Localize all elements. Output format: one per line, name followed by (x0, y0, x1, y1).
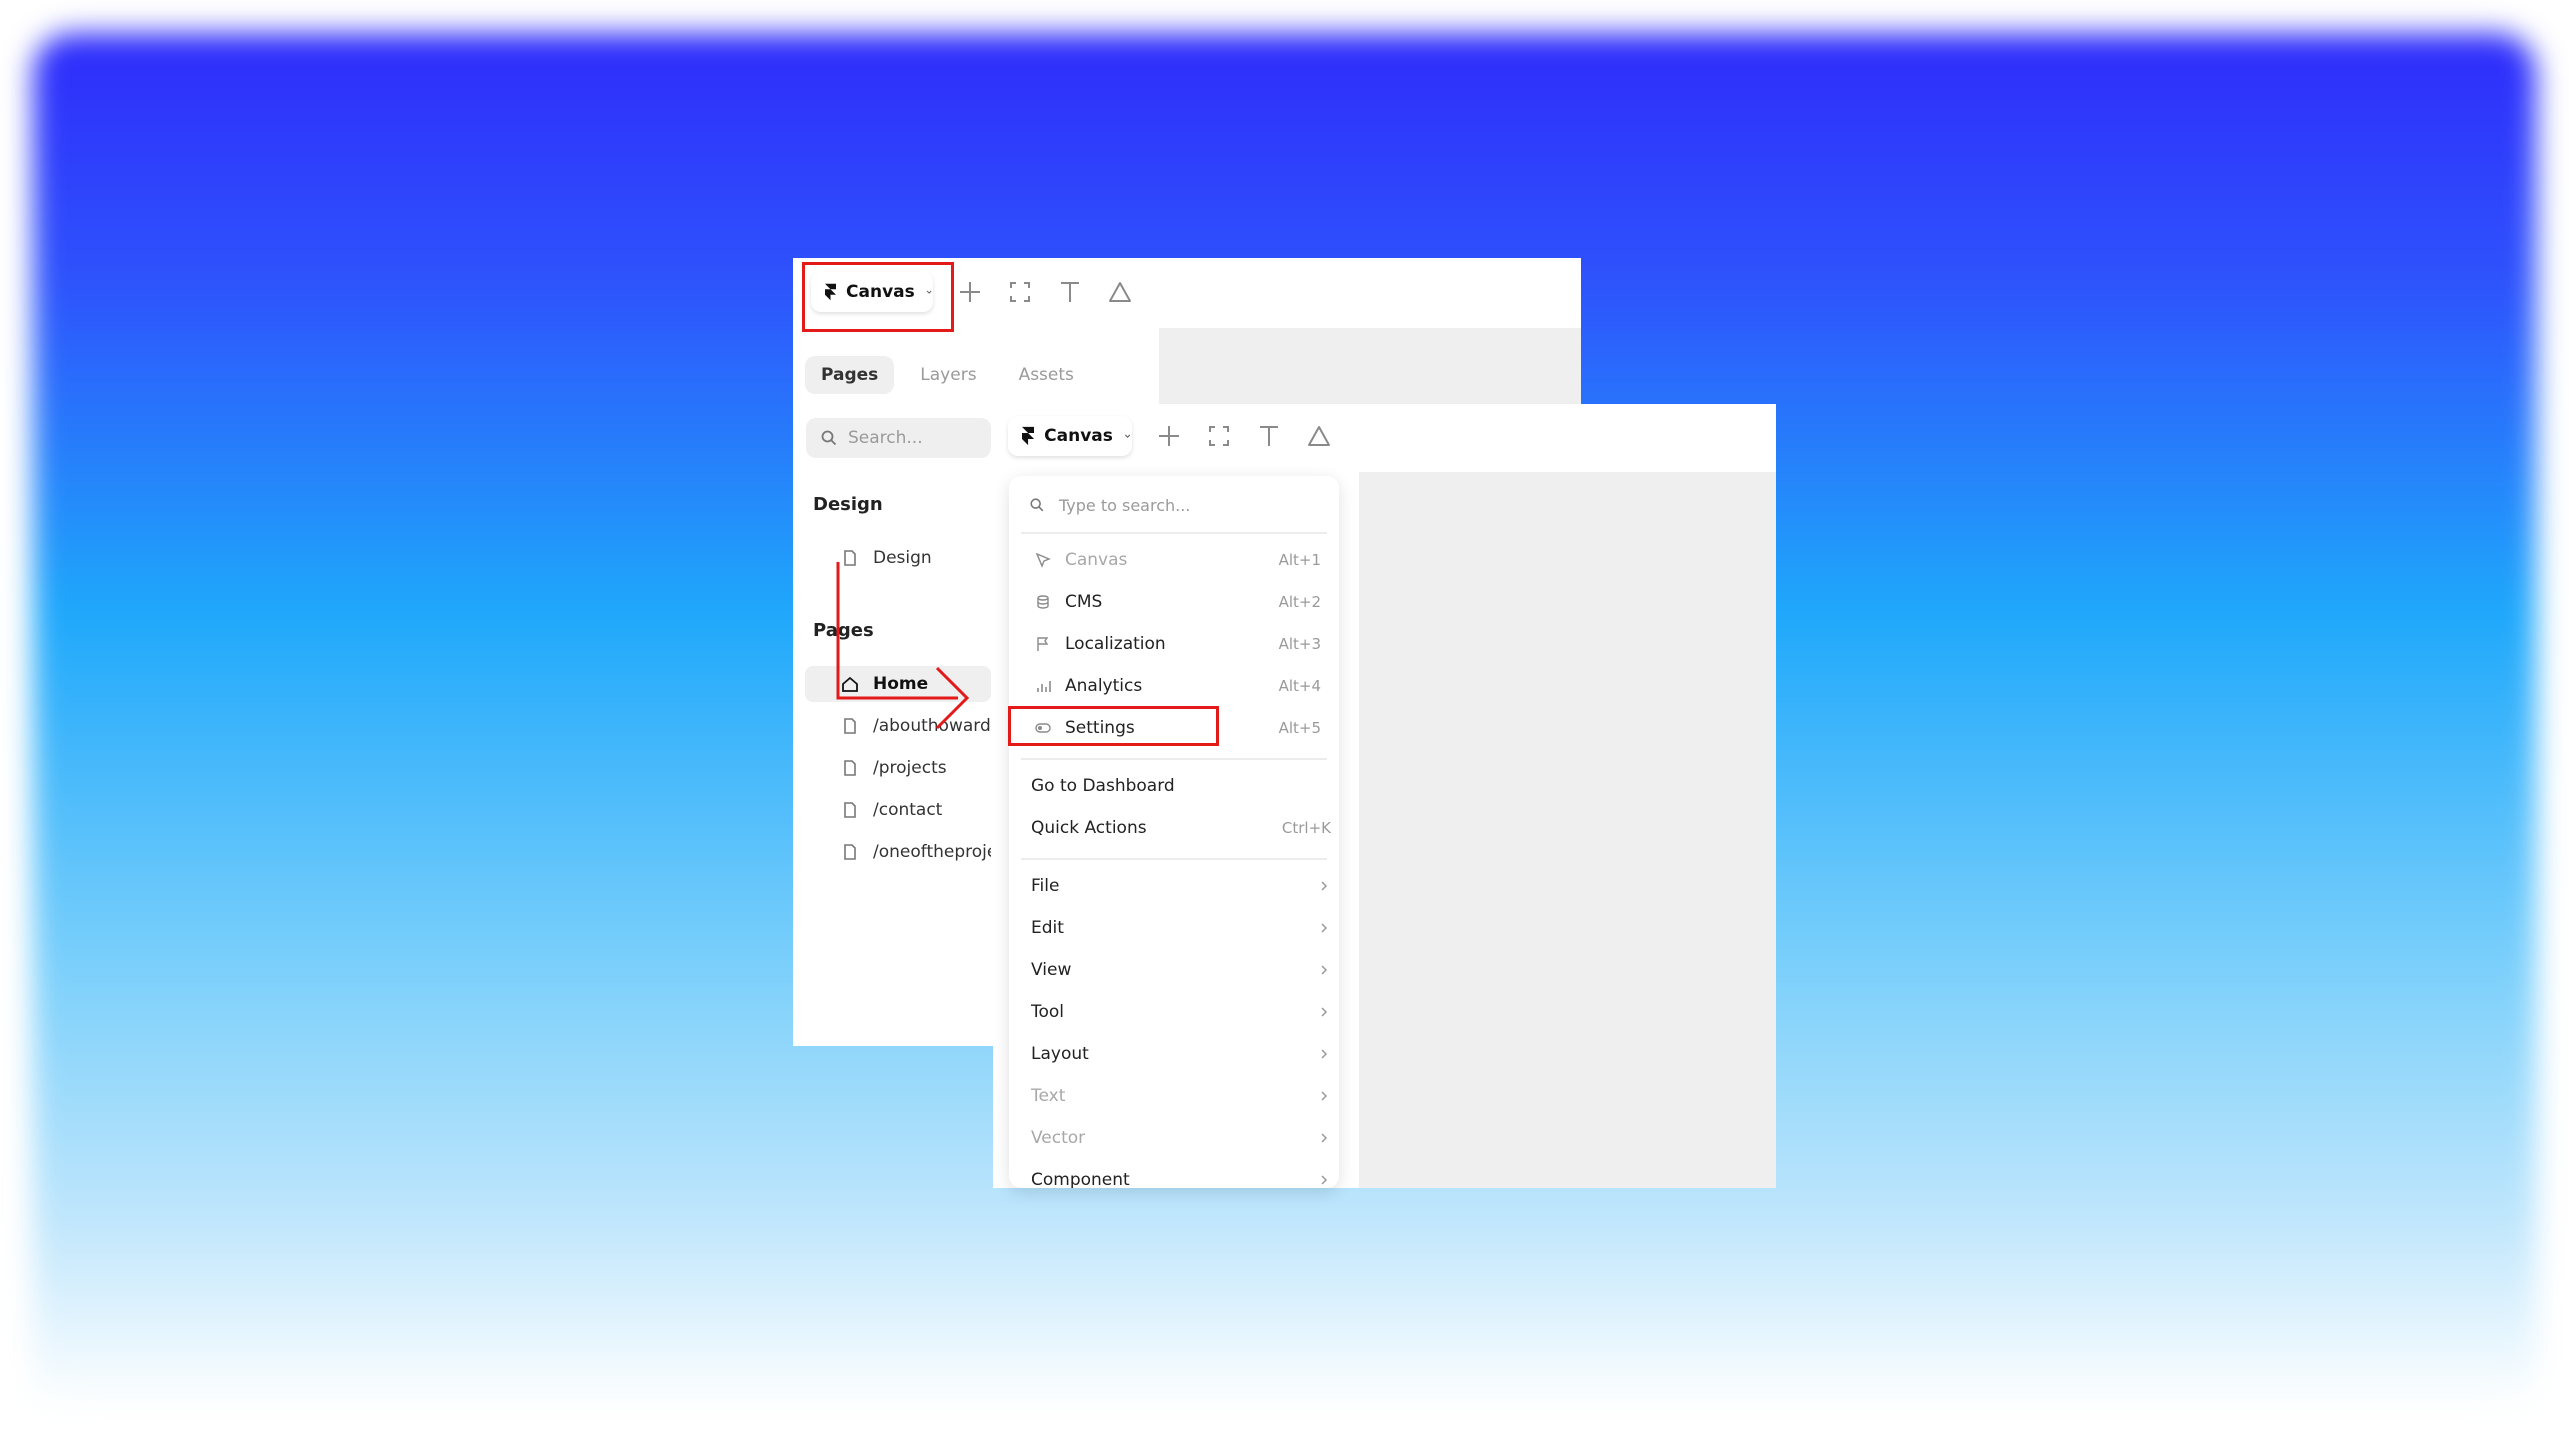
menu-item-quick-actions[interactable]: Quick Actions Ctrl+K (1021, 808, 1337, 848)
menu-item-view[interactable]: View (1021, 950, 1337, 990)
bar-chart-icon (1037, 681, 1051, 692)
menu-item-label: Analytics (1065, 676, 1143, 696)
menu-item-shortcut: Alt+3 (1278, 635, 1321, 653)
menu-item-label: View (1031, 960, 1072, 980)
canvas-button-label: Canvas (1044, 426, 1113, 446)
canvas-area[interactable] (1359, 472, 1776, 1188)
design-item-label: Design (873, 548, 932, 568)
page-icon (844, 760, 856, 776)
page-item-label: /abouthoward (873, 716, 991, 736)
menu-item-label: Localization (1065, 634, 1166, 654)
page-item-projects[interactable]: /projects (805, 750, 991, 786)
text-tool-icon[interactable] (1056, 278, 1084, 306)
menu-divider (1021, 758, 1327, 760)
menu-item-label: Layout (1031, 1044, 1089, 1064)
menu-item-label: Quick Actions (1031, 818, 1147, 838)
menu-item-label: File (1031, 876, 1060, 896)
pages-search-input[interactable]: Search... (806, 418, 991, 458)
menu-item-localization[interactable]: Localization Alt+3 (1021, 624, 1327, 664)
highlight-settings-item (1008, 706, 1219, 746)
menu-item-analytics[interactable]: Analytics Alt+4 (1021, 666, 1327, 706)
menu-item-layout[interactable]: Layout (1021, 1034, 1337, 1074)
menu-item-label: Text (1031, 1086, 1066, 1106)
flag-icon (1037, 637, 1049, 651)
menu-item-cms[interactable]: CMS Alt+2 (1021, 582, 1327, 622)
chevron-right-icon (1321, 1133, 1328, 1143)
text-tool-icon[interactable] (1255, 422, 1283, 450)
menu-item-tool[interactable]: Tool (1021, 992, 1337, 1032)
menu-search-input[interactable]: Type to search... (1021, 488, 1327, 522)
menu-item-shortcut: Alt+1 (1278, 551, 1321, 569)
design-item[interactable]: Design (805, 540, 991, 576)
design-section-heading: Design (813, 494, 883, 515)
page-item-label: /oneoftheproje (873, 842, 991, 862)
chevron-right-icon (1321, 1091, 1328, 1101)
menu-item-shortcut: Alt+5 (1278, 719, 1321, 737)
page-item-abouthoward[interactable]: /abouthoward (805, 708, 991, 744)
tab-layers[interactable]: Layers (904, 356, 992, 394)
menu-divider (1021, 858, 1327, 860)
panel-tabs: Pages Layers Assets (805, 356, 1090, 394)
chevron-right-icon (1321, 881, 1328, 891)
chevron-right-icon (1321, 1049, 1328, 1059)
front-window: Canvas Type to search... Canvas Alt+1 CM… (993, 404, 1776, 1188)
pages-section-heading: Pages (813, 620, 874, 641)
menu-item-shortcut: Alt+4 (1278, 677, 1321, 695)
page-item-oneoftheproje[interactable]: /oneoftheproje (805, 834, 991, 870)
chevron-right-icon (1321, 965, 1328, 975)
menu-item-edit[interactable]: Edit (1021, 908, 1337, 948)
menu-item-file[interactable]: File (1021, 866, 1337, 906)
menu-item-label: Vector (1031, 1128, 1086, 1148)
triangle-icon[interactable] (1106, 278, 1134, 306)
page-item-contact[interactable]: /contact (805, 792, 991, 828)
menu-item-label: CMS (1065, 592, 1103, 612)
home-icon (842, 676, 858, 692)
highlight-canvas-button (802, 262, 954, 332)
page-item-label: /projects (873, 758, 947, 778)
menu-item-label: Component (1031, 1170, 1130, 1188)
menu-item-shortcut: Ctrl+K (1281, 819, 1331, 837)
framer-logo-icon (1022, 426, 1035, 446)
search-icon (1030, 498, 1044, 512)
menu-item-vector[interactable]: Vector (1021, 1118, 1337, 1158)
plus-icon[interactable] (1155, 422, 1183, 450)
frame-icon[interactable] (1006, 278, 1034, 306)
menu-item-canvas[interactable]: Canvas Alt+1 (1021, 540, 1327, 580)
cursor-icon (1035, 552, 1051, 568)
canvas-mode-button-open[interactable]: Canvas (1008, 416, 1132, 456)
page-icon (844, 550, 856, 566)
menu-item-text[interactable]: Text (1021, 1076, 1337, 1116)
page-item-home[interactable]: Home (805, 666, 991, 702)
menu-item-label: Edit (1031, 918, 1064, 938)
menu-item-label: Go to Dashboard (1031, 776, 1175, 796)
menu-search-placeholder: Type to search... (1059, 495, 1191, 515)
search-placeholder: Search... (848, 428, 923, 448)
database-icon (1037, 595, 1049, 609)
page-icon (844, 718, 856, 734)
menu-divider (1021, 532, 1327, 534)
search-icon (821, 430, 837, 446)
menu-item-label: Tool (1031, 1002, 1065, 1022)
plus-icon[interactable] (956, 278, 984, 306)
chevron-down-icon (1124, 434, 1131, 438)
chevron-right-icon (1321, 1007, 1328, 1017)
menu-item-shortcut: Alt+2 (1278, 593, 1321, 611)
triangle-icon[interactable] (1305, 422, 1333, 450)
tab-pages[interactable]: Pages (805, 356, 895, 394)
menu-item-go-to-dashboard[interactable]: Go to Dashboard (1021, 766, 1337, 806)
page-item-label: Home (873, 674, 929, 694)
page-icon (844, 844, 856, 860)
mode-dropdown-menu: Type to search... Canvas Alt+1 CMS Alt+2… (1009, 476, 1339, 1188)
page-item-label: /contact (873, 800, 943, 820)
frame-icon[interactable] (1205, 422, 1233, 450)
tab-assets[interactable]: Assets (1003, 356, 1090, 394)
page-icon (844, 802, 856, 818)
menu-item-component[interactable]: Component (1021, 1160, 1337, 1188)
menu-item-label: Canvas (1065, 550, 1128, 570)
chevron-right-icon (1321, 923, 1328, 933)
chevron-right-icon (1321, 1175, 1328, 1185)
